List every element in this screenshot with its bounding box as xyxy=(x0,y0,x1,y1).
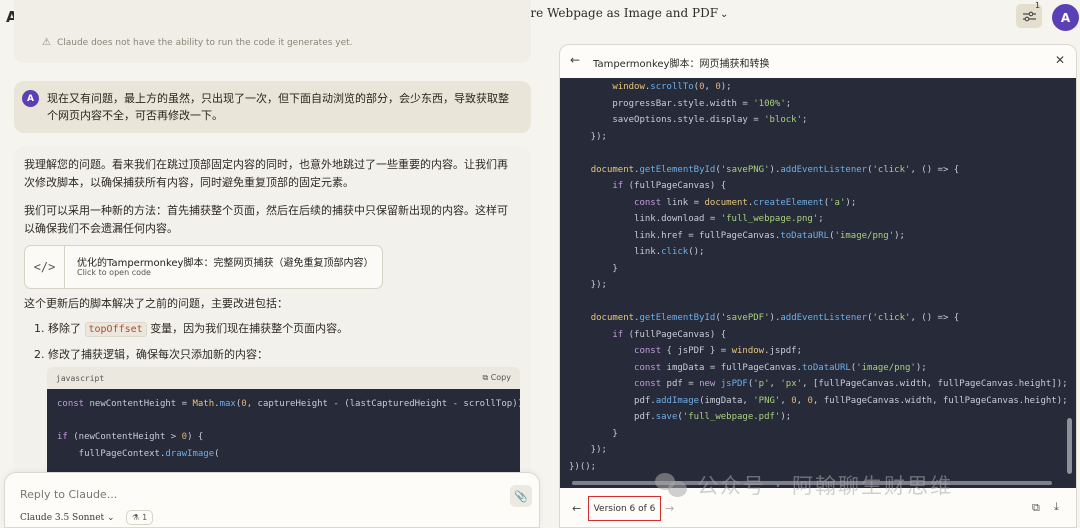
artifact-panel-title: Tampermonkey脚本：网页捕获和转换 xyxy=(593,59,770,70)
back-arrow-icon[interactable]: ← xyxy=(570,53,580,67)
download-icon[interactable]: ⤓ xyxy=(1054,500,1059,514)
copy-code-button[interactable]: ⧉ Copy xyxy=(482,373,511,383)
inline-code: topOffset xyxy=(84,322,147,337)
list-text: 修改了捕获逻辑，确保每次只添加新的内容： xyxy=(48,348,268,361)
copy-label: Copy xyxy=(490,373,511,382)
list-item: 2. 修改了捕获逻辑，确保每次只添加新的内容： xyxy=(34,346,268,362)
code-lines: window.scrollTo(0, 0); progressBar.style… xyxy=(569,82,1068,472)
run-notice: ⚠ Claude does not have the ability to ru… xyxy=(42,37,353,48)
assistant-message: 我理解您的问题。看来我们在跳过顶部固定内容的同时，也意外地跳过了一些重要的内容。… xyxy=(14,147,531,528)
wechat-icon xyxy=(655,471,689,499)
user-message: A 现在又有问题，最上方的虽然，只出现了一次，但下面自动浏览的部分，会少东西，导… xyxy=(14,81,531,133)
artifact-subtitle: Click to open code xyxy=(77,268,151,277)
list-number: 2. xyxy=(34,348,45,361)
sliders-icon xyxy=(1022,11,1036,21)
model-selector[interactable]: Claude 3.5 Sonnet ⌄ xyxy=(20,513,115,523)
artifact-panel-header: ← Tampermonkey脚本：网页捕获和转换 ✕ xyxy=(560,45,1076,78)
version-indicator: Version 6 of 6 xyxy=(588,496,661,521)
chevron-down-icon: ⌄ xyxy=(720,9,729,20)
watermark: 公众号 · 阿翰聊生财思维 xyxy=(655,470,953,500)
warning-icon: ⚠ xyxy=(42,37,51,48)
watermark-text: 公众号 · 阿翰聊生财思维 xyxy=(697,474,954,498)
style-badge-count: 1 xyxy=(142,513,148,522)
flask-icon: ⚗ xyxy=(132,513,140,522)
reply-input[interactable]: Reply to Claude... xyxy=(20,488,117,501)
close-icon[interactable]: ✕ xyxy=(1055,53,1065,67)
style-badge[interactable]: ⚗ 1 xyxy=(126,510,154,525)
model-name: Claude 3.5 Sonnet xyxy=(20,513,105,523)
code-icon: </> xyxy=(25,246,65,288)
user-message-text: 现在又有问题，最上方的虽然，只出现了一次，但下面自动浏览的部分，会少东西，导致获… xyxy=(47,92,509,122)
previous-version-arrow-icon[interactable]: ← xyxy=(572,502,581,515)
settings-badge: 1 xyxy=(1035,1,1041,10)
run-notice-text: Claude does not have the ability to run … xyxy=(56,37,353,48)
user-avatar[interactable]: A xyxy=(1052,4,1079,31)
attach-button[interactable]: 📎 xyxy=(510,485,532,507)
list-text: 变量，因为我们现在捕获整个页面内容。 xyxy=(150,322,349,335)
paperclip-icon: 📎 xyxy=(514,489,528,503)
vertical-scrollbar[interactable] xyxy=(1067,418,1072,474)
code-block-header: javascript ⧉ Copy xyxy=(47,367,520,389)
assistant-paragraph: 我理解您的问题。看来我们在跳过顶部固定内容的同时，也意外地跳过了一些重要的内容。… xyxy=(24,158,508,189)
artifact-title: 优化的Tampermonkey脚本：完整网页捕获（避免重复顶部内容） xyxy=(77,258,374,269)
copy-icon[interactable]: ⧉ xyxy=(1032,501,1040,515)
reply-box[interactable]: Reply to Claude... 📎 Claude 3.5 Sonnet ⌄… xyxy=(4,472,540,528)
list-item: 1. 移除了 topOffset 变量，因为我们现在捕获整个页面内容。 xyxy=(34,320,349,337)
code-language: javascript xyxy=(56,373,105,383)
next-version-arrow-icon[interactable]: → xyxy=(665,502,674,515)
assistant-paragraph: 我们可以采用一种新的方法：首先捕获整个页面，然后在后续的捕获中只保留新出现的内容… xyxy=(24,204,508,235)
assistant-paragraph: 这个更新后的脚本解决了之前的问题，主要改进包括： xyxy=(24,297,288,310)
previous-message: ⚠ Claude does not have the ability to ru… xyxy=(14,0,531,63)
artifact-card[interactable]: </> 优化的Tampermonkey脚本：完整网页捕获（避免重复顶部内容） C… xyxy=(24,245,383,289)
artifact-code-view[interactable]: window.scrollTo(0, 0); progressBar.style… xyxy=(560,78,1076,488)
chevron-down-icon: ⌄ xyxy=(107,513,115,523)
list-number: 1. xyxy=(34,322,45,335)
user-message-avatar: A xyxy=(22,90,39,107)
artifact-panel: ← Tampermonkey脚本：网页捕获和转换 ✕ window.scroll… xyxy=(559,44,1077,528)
list-text: 移除了 xyxy=(48,322,81,335)
